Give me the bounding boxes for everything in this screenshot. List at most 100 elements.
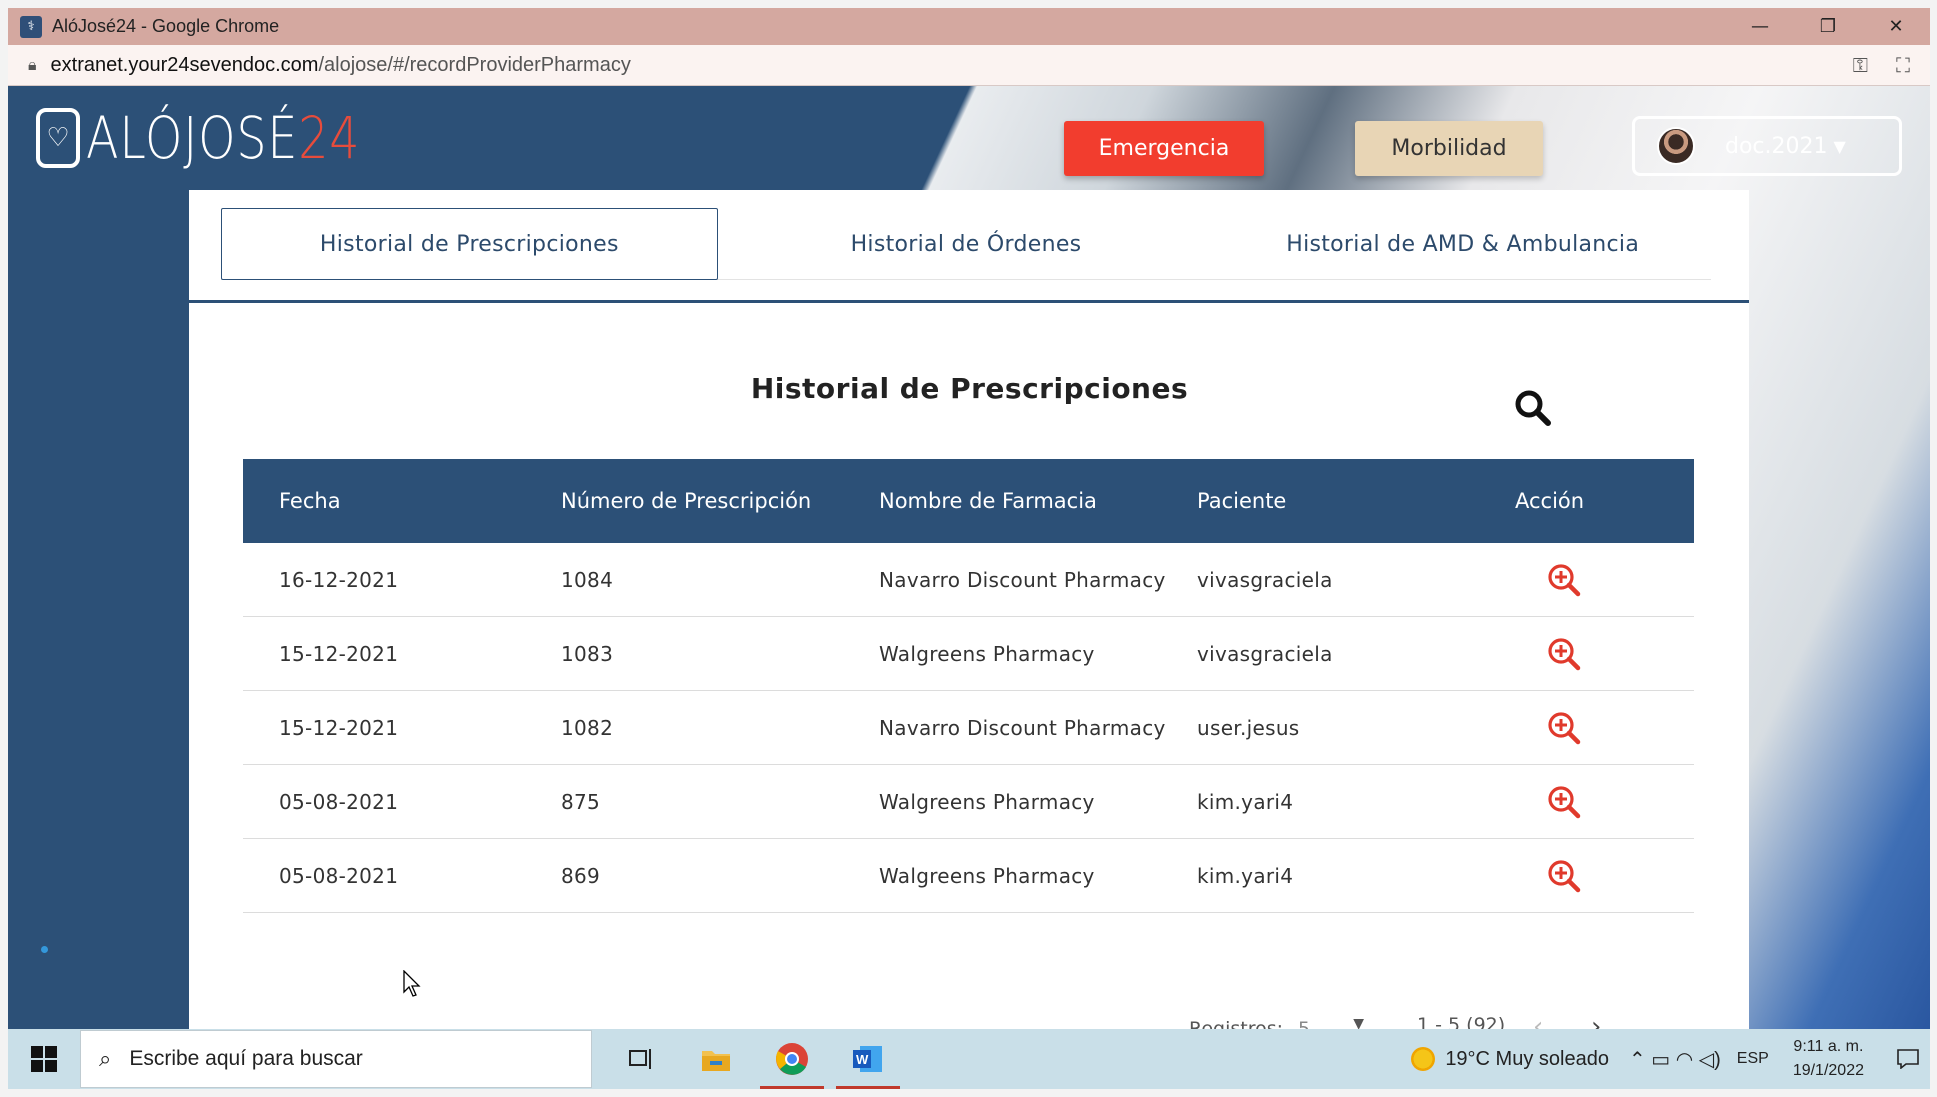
weather-text: 19°C Muy soleado [1445,1047,1609,1070]
notification-glyph [1897,1049,1919,1069]
logo-text-number: 24 [298,104,361,172]
cell-accion [1515,711,1694,745]
zoom-in-icon[interactable] [1547,711,1581,745]
col-header-paciente[interactable]: Paciente [1197,489,1515,513]
url-domain: extranet.your24sevendoc.com [50,53,319,76]
page-viewport: ♡ ALÓJOSÉ24 Emergencia Morbilidad doc.20… [8,86,1930,1029]
page-size-select[interactable]: 5 ▼ [1294,1014,1372,1029]
cell-farmacia: Navarro Discount Pharmacy [879,715,1166,740]
clock-time: 9:11 a. m. [1793,1038,1864,1055]
cell-fecha: 15-12-2021 [279,715,399,740]
history-tabs: Historial de Prescripciones Historial de… [221,208,1711,280]
task-view-icon[interactable] [602,1029,678,1089]
search-icon[interactable] [1513,388,1553,428]
file-explorer-icon[interactable] [678,1029,754,1089]
translate-icon[interactable]: ⛶ [1896,53,1910,77]
cell-farmacia: Walgreens Pharmacy [879,789,1095,814]
table-row: 15-12-2021 1082 Navarro Discount Pharmacy u… [243,691,1694,765]
minimize-icon[interactable]: — [1726,8,1794,45]
window-controls: — ❐ ✕ [1726,8,1930,45]
mouse-cursor-icon [403,970,421,997]
search-icon: ⌕ [99,1046,112,1072]
cell-paciente: kim.yari4 [1197,789,1294,814]
tab-amd-ambulancia[interactable]: Historial de AMD & Ambulancia [1214,208,1711,280]
chrome-icon [776,1043,808,1075]
tab-ordenes[interactable]: Historial de Órdenes [718,208,1215,280]
col-header-fecha[interactable]: Fecha [243,489,561,513]
logo-text-main: ALÓJOSÉ [86,104,299,172]
url-text[interactable]: extranet.your24sevendoc.com/alojose/#/re… [51,54,631,77]
lock-icon[interactable]: 🔒︎ [28,55,37,75]
page-range: 1 - 5 (92) [1417,1014,1506,1029]
cell-numero: 869 [561,863,601,888]
taskbar-clock[interactable]: 9:11 a. m. 19/1/2022 [1793,1035,1864,1083]
zoom-in-icon[interactable] [1547,563,1581,597]
table-body: 16-12-2021 1084 Navarro Discount Pharmacy v… [243,543,1694,913]
word-icon: W [853,1046,882,1072]
col-header-numero[interactable]: Número de Prescripción [561,489,879,513]
logo-wordmark: ALÓJOSÉ24 [86,104,360,172]
morbilidad-button[interactable]: Morbilidad [1355,121,1543,176]
caret-down-icon: ▼ [1833,136,1846,156]
cell-farmacia: Navarro Discount Pharmacy [879,567,1166,592]
key-icon[interactable]: ⚿ [1853,53,1868,77]
close-icon[interactable]: ✕ [1862,8,1930,45]
cell-accion [1515,859,1694,893]
col-header-accion: Acción [1515,489,1585,513]
stethoscope-icon: ♡ [36,108,80,168]
cell-paciente: user.jesus [1197,715,1300,740]
sun-icon [1411,1047,1436,1071]
weather-widget[interactable]: 19°C Muy soleado [1411,1047,1609,1071]
task-view-glyph [629,1049,651,1069]
pagination-inner: Registros: 5 ▼ 1 - 5 (92) ‹ › [243,1012,1694,1029]
zoom-in-icon[interactable] [1547,785,1581,819]
chrome-taskbar-icon[interactable] [754,1029,830,1089]
folder-icon [702,1051,730,1071]
prescriptions-table: Fecha Número de Prescripción Nombre de F… [243,459,1694,913]
cell-fecha: 05-08-2021 [279,863,399,888]
cell-accion [1515,785,1694,819]
cell-farmacia: Walgreens Pharmacy [879,863,1095,888]
username: doc.2021 [1725,133,1828,159]
emergencia-button[interactable]: Emergencia [1064,121,1264,176]
windows-logo-icon [31,1046,57,1072]
site-logo[interactable]: ♡ ALÓJOSÉ24 [36,104,421,172]
app-favicon-icon: ⚕ [20,15,42,38]
svg-text:W: W [856,1052,869,1067]
registros-label: Registros: [1189,1018,1284,1029]
avatar [1657,127,1695,165]
window-title: AlóJosé24 - Google Chrome [52,16,280,36]
user-menu-dropdown[interactable]: doc.2021 ▼ [1632,116,1902,176]
tab-prescripciones[interactable]: Historial de Prescripciones [221,208,718,280]
cell-accion [1515,637,1694,671]
restore-icon[interactable]: ❐ [1794,8,1862,45]
cell-numero: 1084 [561,567,614,592]
prev-page-button[interactable]: ‹ [1533,1012,1543,1029]
zoom-in-icon[interactable] [1547,859,1581,893]
tabs-divider [189,300,1749,303]
table-row: 05-08-2021 869 Walgreens Pharmacy kim.yari4 [243,839,1694,913]
windows-start-icon[interactable] [8,1029,80,1089]
cell-accion [1515,563,1694,597]
language-indicator[interactable]: ESP [1737,1050,1769,1068]
col-header-farmacia[interactable]: Nombre de Farmacia [879,489,1197,513]
table-row: 16-12-2021 1084 Navarro Discount Pharmacy v… [243,543,1694,617]
dropdown-arrow-icon: ▼ [1353,1016,1364,1029]
window-titlebar: ⚕ AlóJosé24 - Google Chrome — ❐ ✕ [8,8,1930,45]
table-header: Fecha Número de Prescripción Nombre de F… [243,459,1694,543]
clock-date: 19/1/2022 [1792,1062,1864,1079]
word-taskbar-icon[interactable]: W [830,1029,906,1089]
tray-icons[interactable]: ⌃ ▭ ◠ ◁) [1629,1047,1721,1072]
cell-paciente: kim.yari4 [1197,863,1294,888]
address-bar-actions: ⚿ ⛶ [1853,53,1910,77]
address-bar[interactable]: 🔒︎ extranet.your24sevendoc.com/alojose/#… [8,45,1930,86]
taskbar-search-input[interactable]: ⌕ Escribe aquí para buscar [80,1030,592,1088]
next-page-button[interactable]: › [1591,1012,1601,1029]
zoom-in-icon[interactable] [1547,637,1581,671]
cell-numero: 875 [561,789,601,814]
cell-numero: 1083 [561,641,614,666]
cell-fecha: 05-08-2021 [279,789,399,814]
main-card: Historial de Prescripciones Historial de… [189,190,1749,1029]
notification-icon[interactable] [1886,1029,1930,1089]
taskbar-search-placeholder: Escribe aquí para buscar [129,1047,363,1070]
